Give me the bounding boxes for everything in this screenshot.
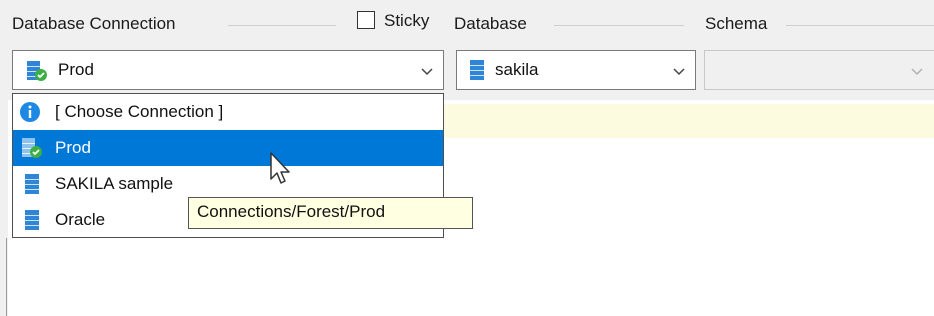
panel-border	[6, 238, 7, 316]
sticky-checkbox[interactable]	[357, 11, 375, 29]
database-group-label: Database	[452, 14, 529, 34]
database-icon	[25, 174, 39, 194]
chevron-down-icon[interactable]	[419, 63, 435, 79]
group-separator	[228, 25, 336, 26]
database-combobox[interactable]: sakila	[456, 50, 696, 90]
list-item-label: Prod	[55, 138, 91, 157]
connection-combobox[interactable]: Prod	[12, 50, 444, 90]
info-icon	[20, 102, 40, 122]
database-connected-icon	[27, 61, 47, 81]
connection-selected-value: Prod	[58, 60, 94, 79]
database-selected-value: sakila	[495, 60, 539, 79]
schema-group-label: Schema	[703, 14, 770, 34]
group-separator	[554, 25, 684, 26]
chevron-down-icon[interactable]	[671, 63, 687, 79]
connection-path-tooltip: Connections/Forest/Prod	[188, 197, 473, 229]
database-icon	[470, 60, 484, 80]
list-item-choose-connection[interactable]: [ Choose Connection ]	[13, 94, 443, 130]
list-item-label: [ Choose Connection ]	[55, 102, 224, 121]
database-icon	[25, 210, 39, 230]
sticky-label[interactable]: Sticky	[382, 11, 432, 31]
mouse-cursor-icon	[270, 152, 290, 184]
list-item-prod[interactable]: Prod	[13, 130, 443, 166]
chevron-down-icon	[911, 68, 923, 76]
list-item-label: SAKILA sample	[55, 174, 174, 193]
group-separator	[786, 25, 934, 26]
schema-combobox[interactable]	[704, 50, 934, 90]
database-connected-icon	[22, 138, 42, 158]
info-banner	[440, 104, 934, 138]
list-item-label: Oracle	[55, 210, 106, 229]
connection-group-label: Database Connection	[10, 14, 178, 34]
